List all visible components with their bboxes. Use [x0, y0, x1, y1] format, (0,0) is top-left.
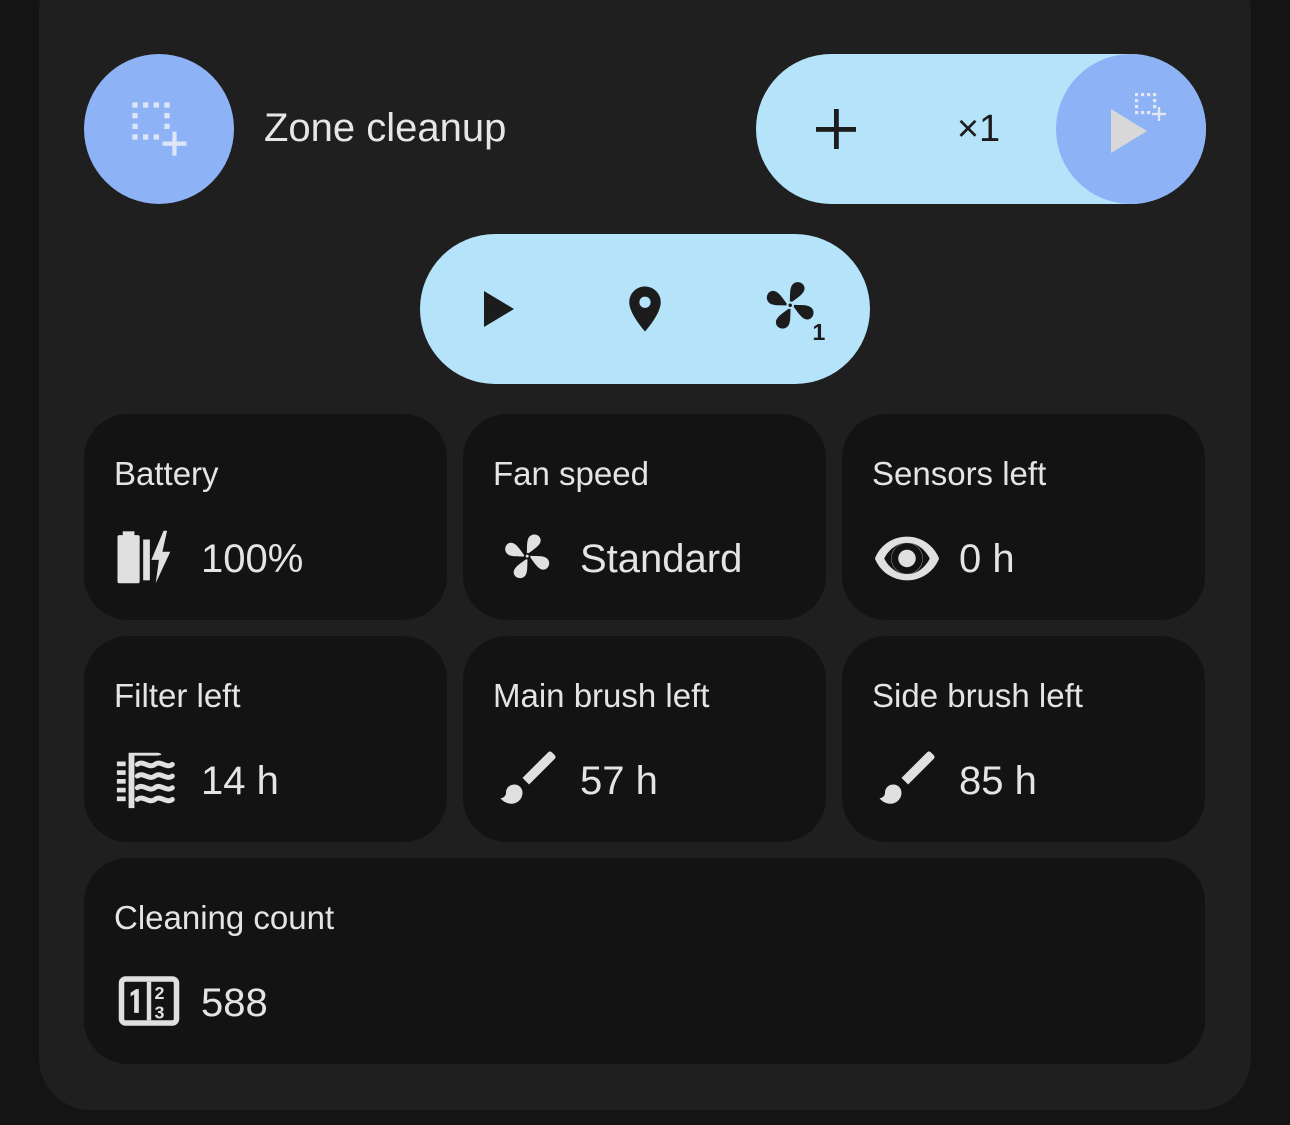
action-bar: 1	[420, 234, 870, 384]
tile-label: Main brush left	[493, 677, 710, 714]
zone-icon-badge[interactable]	[84, 54, 234, 204]
brush-icon	[493, 744, 563, 814]
start-button[interactable]	[458, 269, 538, 349]
add-zone-button[interactable]	[796, 89, 876, 169]
fan-speed-button[interactable]: 1	[754, 269, 834, 349]
repeat-count-button[interactable]: ×1	[926, 104, 1031, 154]
tile-sensors-left[interactable]: Sensors left 0 h	[842, 414, 1205, 620]
fan-speed-icon: 1	[766, 282, 825, 344]
tile-label: Sensors left	[872, 455, 1047, 492]
eye-icon	[872, 522, 942, 592]
tile-value: 85 h	[959, 759, 1037, 803]
zone-select-icon	[132, 102, 187, 156]
tile-label: Battery	[114, 455, 219, 492]
counter-icon: 2 3	[114, 966, 184, 1036]
plus-icon	[816, 109, 856, 149]
battery-charging-icon	[114, 522, 184, 592]
tile-value: 588	[201, 981, 268, 1025]
tile-cleaning-count[interactable]: Cleaning count 2 3 588	[84, 858, 1205, 1064]
svg-text:3: 3	[155, 1003, 165, 1023]
air-filter-icon	[114, 744, 184, 814]
svg-text:2: 2	[155, 983, 165, 1003]
fan-icon	[493, 522, 563, 592]
zone-play-icon	[1111, 93, 1166, 153]
tile-battery[interactable]: Battery 100%	[84, 414, 447, 620]
tile-value: Standard	[580, 537, 743, 581]
tile-label: Fan speed	[493, 455, 649, 492]
tile-fan-speed[interactable]: Fan speed Standard	[463, 414, 826, 620]
fan-level-text: 1	[812, 319, 825, 344]
start-zone-button[interactable]	[1056, 54, 1206, 204]
tile-value: 100%	[201, 537, 304, 581]
brush-icon	[872, 744, 942, 814]
tile-label: Side brush left	[872, 677, 1083, 714]
locate-button[interactable]	[605, 269, 685, 349]
tile-label: Cleaning count	[114, 899, 335, 936]
tile-value: 14 h	[201, 759, 279, 803]
play-icon	[484, 291, 514, 327]
zone-controls: ×1	[756, 54, 1206, 204]
tile-main-brush-left[interactable]: Main brush left 57 h	[463, 636, 826, 842]
tile-value: 0 h	[959, 537, 1015, 581]
tile-label: Filter left	[114, 677, 241, 714]
tile-value: 57 h	[580, 759, 658, 803]
zone-title: Zone cleanup	[264, 106, 507, 150]
map-marker-icon	[629, 286, 661, 332]
tile-side-brush-left[interactable]: Side brush left 85 h	[842, 636, 1205, 842]
tile-filter-left[interactable]: Filter left 14 h	[84, 636, 447, 842]
